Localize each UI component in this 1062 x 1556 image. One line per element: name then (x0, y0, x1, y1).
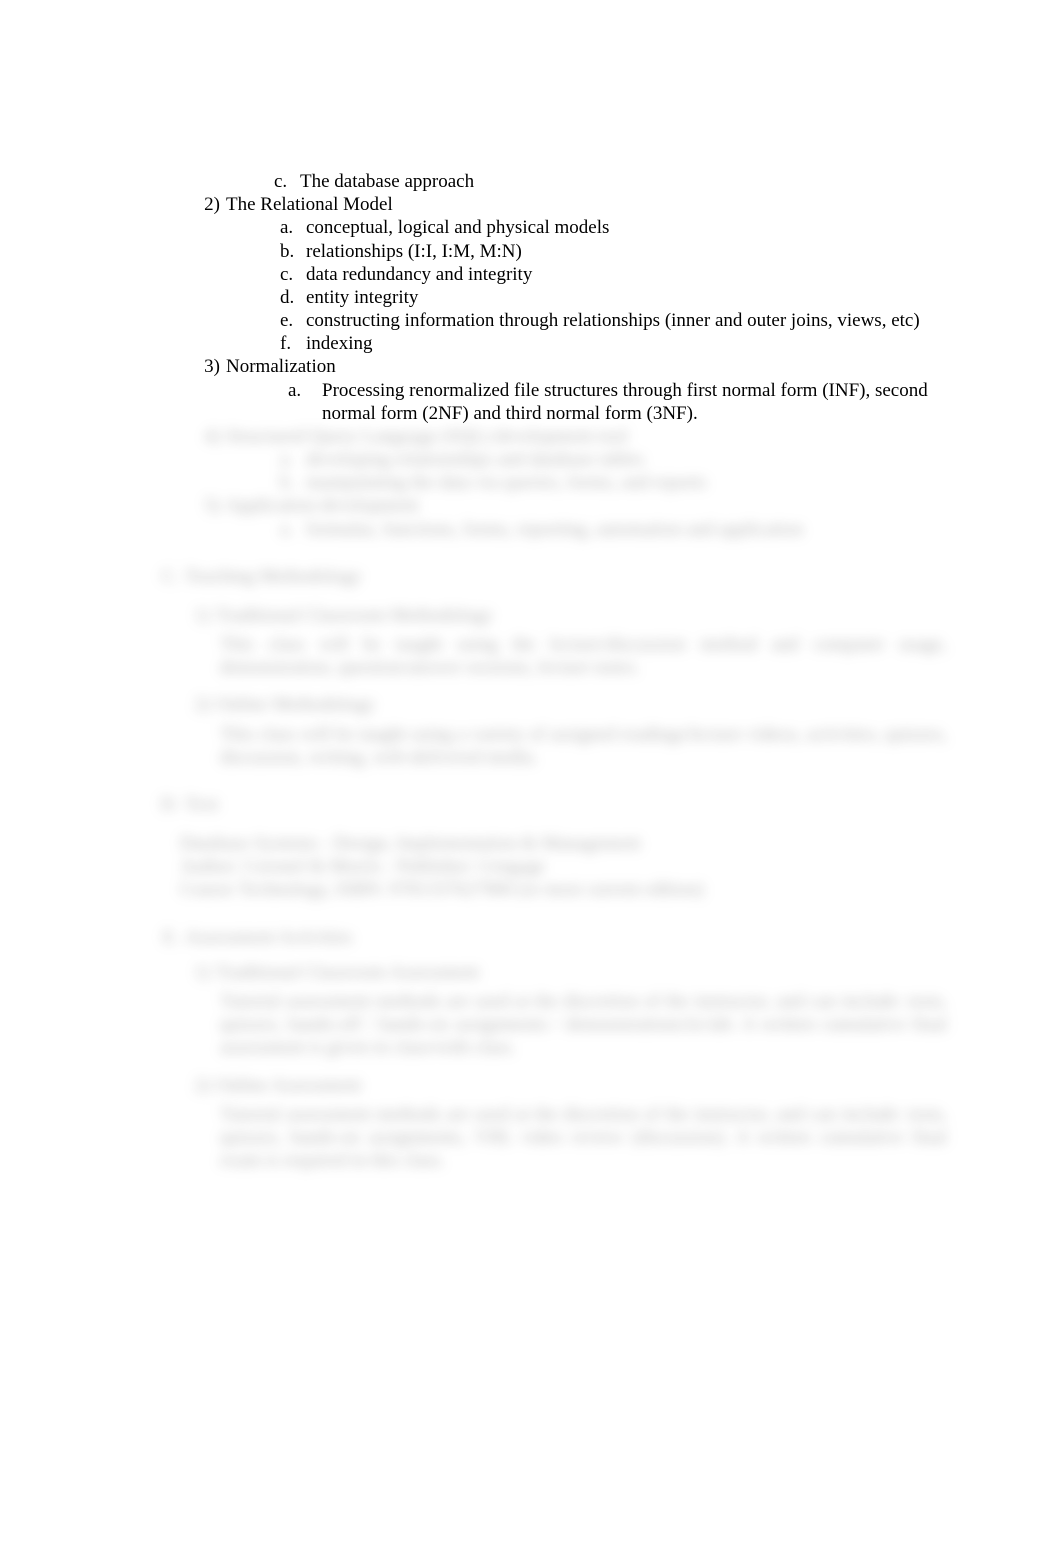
section-e-2-title: Online Assessment (216, 1074, 361, 1097)
item-2b-letter: b. (280, 240, 306, 263)
item-2-title: The Relational Model (226, 194, 393, 215)
item-2c-text: data redundancy and integrity (306, 263, 947, 286)
section-e-2-para: Tutorial assessment methods are used at … (220, 1103, 947, 1173)
section-c-1-title: Traditional Classroom Methodology (216, 604, 493, 627)
section-c-1-para: This class will be taught using the lect… (220, 633, 947, 679)
item-4b-text: manipulating the data via queries, forms… (306, 471, 947, 494)
item-5a-text: formulas, functions, forms, reporting, a… (306, 518, 947, 541)
section-e-title: Assessment Activities (185, 926, 352, 949)
section-d-line2: Author: Coronel & Morris - Publisher: Ce… (180, 855, 947, 878)
item-2e: e. constructing information through rela… (280, 309, 947, 332)
item-3-title: Normalization (226, 356, 336, 377)
section-e-1-title: Traditional Classroom Assessment (216, 961, 479, 984)
item-1c-text: The database approach (300, 170, 947, 193)
blurred-content: 4) Structured Query Language (SQL) devel… (180, 425, 947, 1172)
item-4-title: Structured Query Language (SQL) developm… (226, 426, 628, 447)
item-2f: f. indexing (280, 332, 947, 355)
item-2d-letter: d. (280, 286, 306, 309)
item-2a-text: conceptual, logical and physical models (306, 216, 947, 239)
item-2a: a. conceptual, logical and physical mode… (280, 216, 947, 239)
item-2f-letter: f. (280, 332, 306, 355)
item-5-title: Application development (226, 495, 419, 516)
item-4-num: 4) (180, 425, 226, 495)
section-c-label: C. (145, 565, 185, 588)
item-5-num: 5) (180, 494, 226, 540)
section-d-line3: Course Technology, ISBN: 9781337627900 (… (180, 878, 947, 901)
section-c-2-title: Online Methodology (216, 693, 375, 716)
item-4: 4) Structured Query Language (SQL) devel… (180, 425, 947, 495)
item-2a-letter: a. (280, 216, 306, 239)
item-4a-text: developing relationships and database ta… (306, 448, 947, 471)
document-page: c. The database approach 2) The Relation… (0, 0, 1062, 1556)
item-5: 5) Application development a.formulas, f… (180, 494, 947, 540)
section-c-title: Teaching Methodology (185, 565, 362, 588)
item-1c-letter: c. (274, 170, 300, 193)
item-3a-letter: a. (288, 379, 322, 425)
item-2c: c. data redundancy and integrity (280, 263, 947, 286)
item-2: 2) The Relational Model a. conceptual, l… (180, 193, 947, 355)
section-d-line1: Database Systems - Design, Implementatio… (180, 832, 947, 855)
item-2f-text: indexing (306, 332, 947, 355)
item-1c-wrap: c. The database approach (180, 170, 947, 193)
section-c: C. Teaching Methodology 1) Traditional C… (145, 565, 947, 769)
item-3-num: 3) (180, 355, 226, 425)
section-e-label: E. (145, 926, 185, 949)
section-e-1-para: Tutorial assessment methods are used at … (220, 990, 947, 1060)
section-d-title: Text (185, 793, 219, 816)
section-c-2-para: This class will be taught using a variet… (220, 723, 947, 769)
item-2b: b. relationships (I:I, I:M, M:N) (280, 240, 947, 263)
section-e: E. Assessment Activities 1) Traditional … (145, 926, 947, 1173)
item-3: 3) Normalization a. Processing renormali… (180, 355, 947, 425)
item-2-body: The Relational Model a. conceptual, logi… (226, 193, 947, 355)
section-d-label: D. (145, 793, 185, 816)
item-2-num: 2) (180, 193, 226, 355)
item-2d-text: entity integrity (306, 286, 947, 309)
item-2c-letter: c. (280, 263, 306, 286)
item-2e-text: constructing information through relatio… (306, 309, 947, 332)
item-3a-text: Processing renormalized file structures … (322, 379, 947, 425)
outline-list: c. The database approach 2) The Relation… (180, 170, 947, 1172)
item-2d: d. entity integrity (280, 286, 947, 309)
section-d: D. Text Database Systems - Design, Imple… (145, 793, 947, 902)
item-3a: a. Processing renormalized file structur… (288, 379, 947, 425)
item-2b-text: relationships (I:I, I:M, M:N) (306, 240, 947, 263)
item-2e-letter: e. (280, 309, 306, 332)
item-1c: c. The database approach (274, 170, 947, 193)
item-3-body: Normalization a. Processing renormalized… (226, 355, 947, 425)
